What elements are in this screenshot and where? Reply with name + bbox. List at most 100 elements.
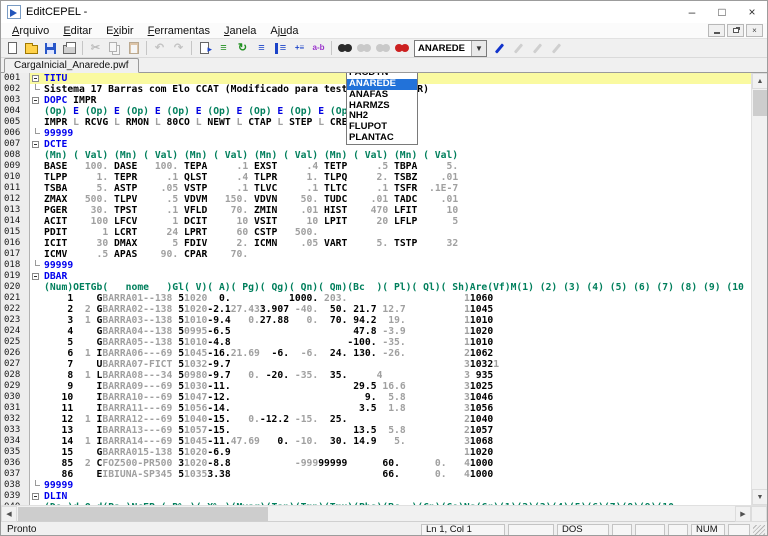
scrollbar-corner (751, 506, 767, 522)
vertical-scrollbar[interactable]: ▲ ▼ (751, 73, 767, 505)
fold-collapse-icon[interactable] (30, 271, 44, 282)
new-document-icon[interactable] (3, 39, 22, 57)
editor-line[interactable]: 012ZMAX 500. TLPV .5 VDVM 150. VDVN 50. … (1, 194, 751, 205)
editor-line[interactable]: 027 7 UBARRA07-FICT 51032-9.7 310321 (1, 359, 751, 370)
editor-line[interactable]: 020(Num)OETGb( nome )Gl( V)( A)( Pg)( Qg… (1, 282, 751, 293)
editor-line[interactable]: 025 5 GBARRA05--138 51010-4.8 -100. -35.… (1, 337, 751, 348)
editor-line[interactable]: 028 8 1 LBARRA08---34 50980-9.7 0. -20. … (1, 370, 751, 381)
menu-item-editar[interactable]: Editar (56, 25, 99, 37)
editor-line[interactable]: 030 10 IBARRA10---69 51047-12. 9. 5.8 31… (1, 392, 751, 403)
line-text: (Num)OETGb( nome )Gl( V)( A)( Pg)( Qg)( … (44, 282, 744, 293)
fold-marker (30, 370, 44, 381)
line-number: 008 (1, 150, 30, 161)
cut-icon: ✂ (91, 43, 100, 54)
editor-line[interactable]: 034 14 1 IBARRA14---69 51045-11.47.69 0.… (1, 436, 751, 447)
refresh-record-icon[interactable]: ↻ (233, 39, 252, 57)
menu-item-janela[interactable]: Janela (217, 25, 263, 37)
find-previous-icon (354, 39, 373, 57)
find-icon[interactable] (335, 39, 354, 57)
vertical-scroll-thumb[interactable] (753, 90, 767, 116)
editor-line[interactable]: 022 2 2 GBARRA02--138 51020-2.127.433.90… (1, 304, 751, 315)
editor-line[interactable]: 023 3 1 GBARRA03--138 51010-9.4 0.27.88 … (1, 315, 751, 326)
editor-line[interactable]: 019DBAR (1, 271, 751, 282)
editor-line[interactable]: 032 12 1 IBARRA12---69 51040-15. 0.-12.2… (1, 414, 751, 425)
editor-line[interactable]: 037 86 EIBIUNA-SP345 510353.38 66. 0. 41… (1, 469, 751, 480)
editor-line[interactable]: 039DLIN (1, 491, 751, 502)
editor-line[interactable]: 021 1 GBARRA01--138 51020 0. 1000. 203. … (1, 293, 751, 304)
editor-line[interactable]: 013PGER 30. TPST .1 VFLD 70. ZMIN .01 HI… (1, 205, 751, 216)
fold-marker (30, 381, 44, 392)
editor-line[interactable]: 017ICMV .5 APAS 90. CPAR 70. (1, 249, 751, 260)
editor-line[interactable]: 014ACIT 100 LFCV 1 DCIT 10 VSIT 10 LPIT … (1, 216, 751, 227)
format-record-icon: ≡ (220, 43, 226, 54)
editor-line[interactable]: 026 6 1 IBARRA06---69 51045-16.21.69 -6.… (1, 348, 751, 359)
mdi-minimize-button[interactable] (708, 24, 725, 37)
open-file-icon (25, 45, 38, 54)
fold-collapse-icon[interactable] (30, 73, 44, 84)
insert-record-icon (200, 42, 209, 54)
tab-cargainicial-anarede[interactable]: CargaInicial_Anarede.pwf (4, 58, 139, 73)
print-icon[interactable] (60, 39, 79, 57)
line-text: 5 GBARRA05--138 51010-4.8 -100. -35. 110… (44, 337, 493, 348)
line-text: ACIT 100 LFCV 1 DCIT 10 VSIT 10 LPIT 20 … (44, 216, 458, 227)
fold-marker (30, 106, 44, 117)
scroll-left-icon[interactable]: ◀ (1, 506, 17, 522)
find-in-files-icon[interactable] (392, 39, 411, 57)
copy-icon (105, 39, 124, 57)
fold-marker (30, 194, 44, 205)
horizontal-scroll-thumb[interactable] (18, 507, 268, 521)
editor-line[interactable]: 035 15 GBARRA015-138 51020-6.9 11020 (1, 447, 751, 458)
program-option-plantac[interactable]: PLANTAC (347, 133, 417, 144)
record-list-icon[interactable]: ≡ (252, 39, 271, 57)
indent-record-icon[interactable]: ≡ (271, 39, 290, 57)
editor-line[interactable]: 009BASE 100. DASE 100. TEPA .1 EXST .4 T… (1, 161, 751, 172)
line-number: 015 (1, 227, 30, 238)
line-number: 016 (1, 238, 30, 249)
insert-line-icon[interactable]: +≡ (290, 39, 309, 57)
mdi-restore-button[interactable] (727, 24, 744, 37)
resize-grip[interactable] (753, 525, 765, 536)
editor-line[interactable]: 036 85 2 CFOZ500-PR500 31020-8.8 -999999… (1, 458, 751, 469)
editor-area[interactable]: 001TITU002Sistema 17 Barras com Elo CCAT… (1, 73, 767, 505)
editor-line[interactable]: 008(Mn) ( Val) (Mn) ( Val) (Mn) ( Val) (… (1, 150, 751, 161)
maximize-button[interactable]: □ (707, 1, 737, 23)
save-icon[interactable] (41, 39, 60, 57)
menu-item-arquivo[interactable]: Arquivo (5, 25, 56, 37)
menu-item-exibir[interactable]: Exibir (99, 25, 141, 37)
close-button[interactable]: × (737, 1, 767, 23)
insert-record-icon[interactable] (195, 39, 214, 57)
editor-line[interactable]: 016ICIT 30 DMAX 5 FDIV 2. ICMN .05 VART … (1, 238, 751, 249)
program-option-anafas[interactable]: ANAFAS (347, 90, 417, 101)
format-record-icon[interactable]: ≡ (214, 39, 233, 57)
editor-line[interactable]: 015PDIT 1 LCRT 24 LPRT 60 CSTP 500. (1, 227, 751, 238)
fold-collapse-icon[interactable] (30, 139, 44, 150)
chevron-down-icon[interactable]: ▼ (471, 41, 486, 56)
status-pane (728, 524, 750, 536)
scroll-right-icon[interactable]: ▶ (735, 506, 751, 522)
editor-line[interactable]: 024 4 GBARRA04--138 50995-6.5 47.8 -3.9 … (1, 326, 751, 337)
editor-line[interactable]: 01899999 (1, 260, 751, 271)
editor-line[interactable]: 033 13 IBARRA13---69 51057-15. 13.5 5.8 … (1, 425, 751, 436)
line-text: 15 GBARRA015-138 51020-6.9 11020 (44, 447, 493, 458)
editor-line[interactable]: 031 11 IBARRA11---69 51056-14. 3.5 1.8 3… (1, 403, 751, 414)
horizontal-scrollbar[interactable]: ◀ ▶ (1, 505, 767, 521)
scroll-up-icon[interactable]: ▲ (752, 73, 767, 89)
menu-item-ferramentas[interactable]: Ferramentas (141, 25, 217, 37)
fold-collapse-icon[interactable] (30, 95, 44, 106)
fold-collapse-icon[interactable] (30, 491, 44, 502)
editor-line[interactable]: 010TLPP 1. TEPR .1 QLST .4 TLPR 1. TLPQ … (1, 172, 751, 183)
mdi-close-button[interactable]: × (746, 24, 763, 37)
ab-toggle-icon[interactable]: a-b (309, 39, 328, 57)
line-text: 12 1 IBARRA12---69 51040-15. 0.-12.2 -15… (44, 414, 493, 425)
editor-line[interactable]: 011TSBA 5. ASTP .05 VSTP .1 TLVC .1 TLTC… (1, 183, 751, 194)
validate-icon (495, 43, 504, 53)
scroll-down-icon[interactable]: ▼ (752, 489, 767, 505)
open-file-icon[interactable] (22, 39, 41, 57)
menu-item-ajuda[interactable]: Ajuda (263, 25, 305, 37)
editor-line[interactable]: 029 9 IBARRA09---69 51030-11. 29.5 16.6 … (1, 381, 751, 392)
program-select[interactable]: ANAREDE▼ (414, 40, 487, 57)
fold-marker (30, 205, 44, 216)
editor-line[interactable]: 03899999 (1, 480, 751, 491)
validate-icon[interactable] (490, 39, 509, 57)
minimize-button[interactable]: – (677, 1, 707, 23)
